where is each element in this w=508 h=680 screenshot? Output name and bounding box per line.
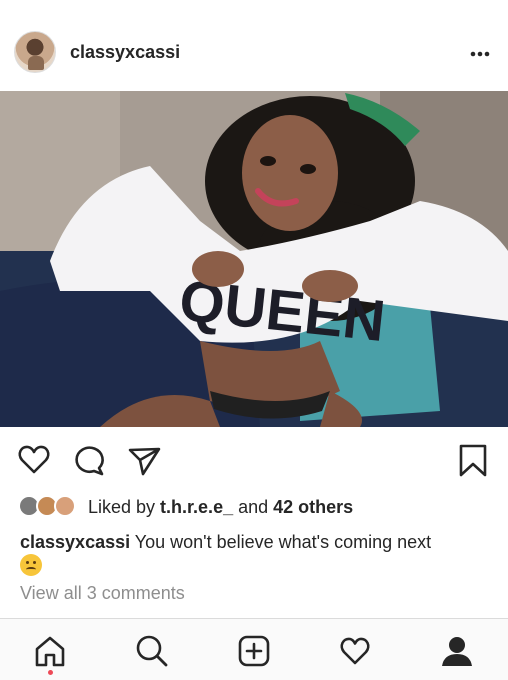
- liker-avatars: [18, 495, 80, 519]
- comment-icon[interactable]: [72, 442, 108, 478]
- more-options-icon[interactable]: [470, 42, 490, 58]
- caption-text: You won't believe what's coming next: [130, 532, 432, 552]
- likes-row[interactable]: Liked by t.h.r.e.e_ and 42 others: [18, 494, 353, 520]
- post-caption: classyxcassi You won't believe what's co…: [20, 530, 490, 578]
- caption-username[interactable]: classyxcassi: [20, 532, 130, 552]
- add-post-icon[interactable]: [234, 631, 274, 671]
- photo-illustration: QUEEN: [0, 91, 508, 427]
- home-notification-dot: [48, 670, 53, 675]
- user-avatar[interactable]: [14, 31, 56, 73]
- search-icon[interactable]: [132, 631, 172, 671]
- liker-username[interactable]: t.h.r.e.e_: [160, 497, 233, 517]
- likes-prefix: Liked by: [88, 496, 161, 517]
- activity-heart-icon[interactable]: [335, 631, 375, 671]
- post-photo[interactable]: QUEEN: [0, 91, 508, 427]
- likes-others-count[interactable]: 42 others: [273, 497, 353, 517]
- heart-icon[interactable]: [16, 442, 52, 478]
- bottom-nav: [0, 618, 508, 680]
- send-icon[interactable]: [126, 442, 162, 478]
- liker-avatar: [54, 495, 76, 517]
- home-icon[interactable]: [30, 631, 70, 671]
- zipper-mouth-emoji-icon: [20, 554, 42, 576]
- post-username[interactable]: classyxcassi: [70, 42, 180, 63]
- likes-middle: and: [233, 496, 274, 517]
- bookmark-icon[interactable]: [455, 442, 491, 478]
- view-all-comments-link[interactable]: View all 3 comments: [20, 583, 185, 604]
- profile-icon[interactable]: [437, 631, 477, 671]
- post-header: classyxcassi: [0, 28, 508, 82]
- action-bar: [0, 440, 508, 480]
- likes-text: Liked by t.h.r.e.e_ and 42 others: [88, 497, 353, 518]
